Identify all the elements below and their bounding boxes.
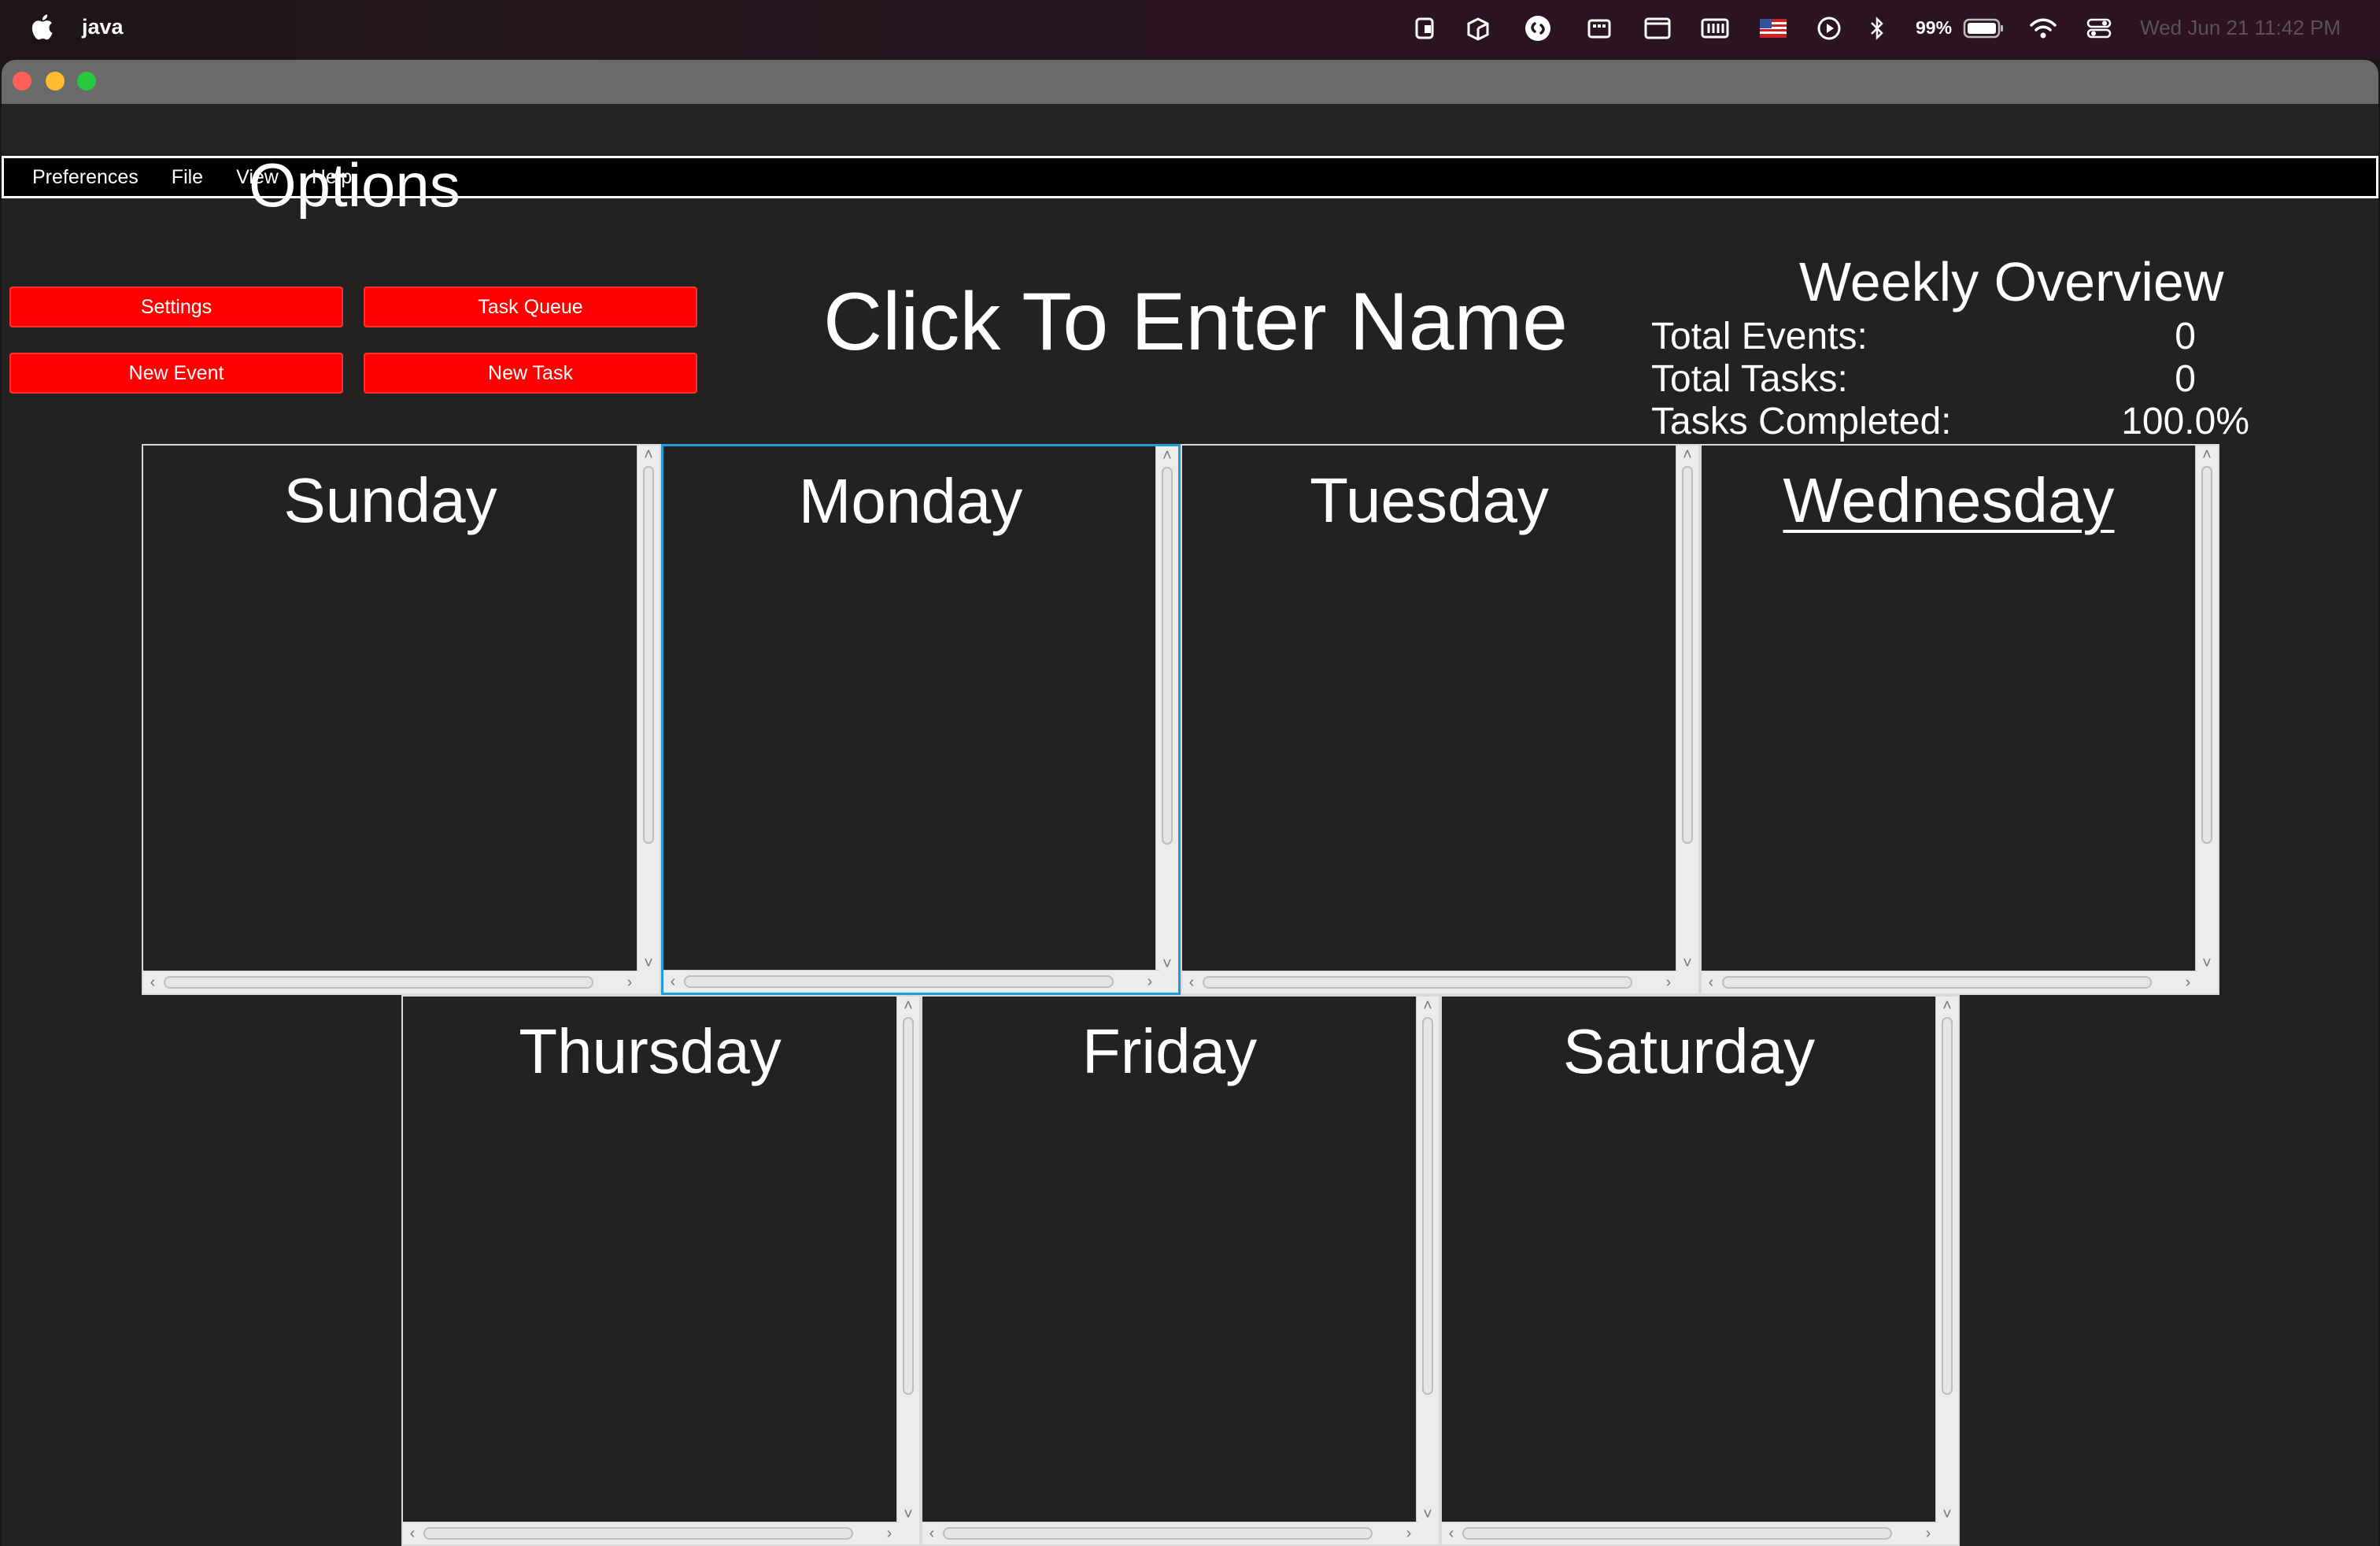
memory-icon[interactable]	[1700, 15, 1730, 42]
horizontal-scrollbar[interactable]: ‹ ›	[1702, 971, 2197, 993]
window-icon[interactable]	[1643, 15, 1672, 42]
window-toolbar-area	[2, 104, 2378, 154]
chevron-right-icon[interactable]: ›	[622, 975, 638, 990]
minimize-window-button[interactable]	[46, 72, 65, 91]
chevron-down-icon[interactable]: ˅	[1939, 1507, 1955, 1522]
system-menu-bar: java 99% Wed Jun 21 11:42 PM	[0, 0, 2380, 58]
enter-name-label[interactable]: Click To Enter Name	[823, 276, 1568, 369]
chevron-down-icon[interactable]: ˅	[1159, 956, 1175, 972]
calendar-icon[interactable]	[1587, 15, 1612, 42]
day-title: Monday	[798, 466, 1023, 536]
chevron-right-icon[interactable]: ›	[881, 1526, 897, 1541]
chevron-left-icon[interactable]: ‹	[1443, 1526, 1459, 1541]
menubar-clock[interactable]: Wed Jun 21 11:42 PM	[2140, 16, 2341, 40]
notes-icon[interactable]	[1414, 15, 1437, 42]
day-panel-sunday[interactable]: Sunday ˄ ˅ ‹ ›	[142, 444, 661, 995]
vertical-scrollbar[interactable]: ˄ ˅	[1935, 997, 1958, 1524]
horizontal-scrollbar[interactable]: ‹ ›	[143, 971, 639, 993]
chevron-up-icon[interactable]: ˄	[2199, 447, 2215, 463]
control-center-icon[interactable]	[2086, 15, 2112, 42]
chevron-left-icon[interactable]: ‹	[405, 1526, 420, 1541]
chevron-left-icon[interactable]: ‹	[145, 975, 161, 990]
chevron-up-icon[interactable]: ˄	[641, 447, 656, 463]
day-title: Thursday	[519, 1016, 782, 1086]
options-title: Options	[249, 150, 460, 220]
chevron-right-icon[interactable]: ›	[2180, 975, 2196, 990]
horizontal-scrollbar[interactable]: ‹ ›	[403, 1522, 899, 1544]
horizontal-scrollbar[interactable]: ‹ ›	[922, 1522, 1418, 1544]
horizontal-scrollbar[interactable]: ‹ ›	[663, 970, 1159, 993]
chevron-up-icon[interactable]: ˄	[1420, 998, 1436, 1014]
chevron-right-icon[interactable]: ›	[1142, 974, 1158, 989]
chevron-down-icon[interactable]: ˅	[1680, 956, 1695, 971]
zoom-window-button[interactable]	[77, 72, 96, 91]
vertical-scrollbar[interactable]: ˄ ˅	[637, 446, 660, 973]
total-events-label: Total Events:	[1651, 316, 1868, 357]
chevron-up-icon[interactable]: ˄	[900, 998, 916, 1014]
day-title-today: Wednesday	[1783, 465, 2115, 535]
menu-file[interactable]: File	[172, 166, 203, 189]
vertical-scrollbar[interactable]: ˄ ˅	[1155, 446, 1178, 974]
horizontal-scrollbar[interactable]: ‹ ›	[1442, 1522, 1938, 1544]
play-circle-icon[interactable]	[1816, 15, 1842, 42]
box-icon[interactable]	[1465, 15, 1491, 42]
wifi-icon[interactable]	[2029, 15, 2057, 42]
vertical-scrollbar[interactable]: ˄ ˅	[1416, 997, 1439, 1524]
settings-button[interactable]: Settings	[9, 287, 343, 327]
bluetooth-icon[interactable]	[1868, 15, 1886, 42]
battery-percent[interactable]: 99%	[1916, 17, 1952, 39]
chevron-down-icon[interactable]: ˅	[641, 956, 656, 971]
chevron-down-icon[interactable]: ˅	[2199, 956, 2215, 971]
day-panel-friday[interactable]: Friday ˄ ˅ ‹ ›	[921, 995, 1440, 1546]
active-app-name[interactable]: java	[82, 15, 124, 39]
chevron-down-icon[interactable]: ˅	[1420, 1507, 1436, 1522]
new-task-button[interactable]: New Task	[364, 353, 697, 394]
day-title: Saturday	[1562, 1016, 1816, 1086]
day-title: Tuesday	[1310, 465, 1549, 535]
day-panel-saturday[interactable]: Saturday ˄ ˅ ‹ ›	[1440, 995, 1960, 1546]
chevron-left-icon[interactable]: ‹	[1703, 975, 1719, 990]
tasks-completed-label: Tasks Completed:	[1651, 401, 1952, 442]
chevron-up-icon[interactable]: ˄	[1680, 447, 1695, 463]
day-panel-monday[interactable]: Monday ˄ ˅ ‹ ›	[661, 444, 1181, 995]
vertical-scrollbar[interactable]: ˄ ˅	[896, 997, 919, 1524]
chevron-right-icon[interactable]: ›	[1401, 1526, 1417, 1541]
total-tasks-label: Total Tasks:	[1651, 358, 1848, 400]
new-event-button[interactable]: New Event	[9, 353, 343, 394]
vertical-scrollbar[interactable]: ˄ ˅	[2195, 446, 2218, 973]
chevron-right-icon[interactable]: ›	[1661, 975, 1676, 990]
day-title: Sunday	[283, 465, 497, 535]
total-tasks-value: 0	[2175, 358, 2196, 400]
us-flag-icon[interactable]	[1760, 15, 1787, 42]
menu-preferences[interactable]: Preferences	[32, 166, 139, 189]
chevron-left-icon[interactable]: ‹	[1184, 975, 1199, 990]
vertical-scrollbar[interactable]: ˄ ˅	[1676, 446, 1698, 973]
horizontal-scrollbar[interactable]: ‹ ›	[1182, 971, 1678, 993]
chevron-down-icon[interactable]: ˅	[900, 1507, 916, 1522]
day-title: Friday	[1081, 1016, 1258, 1086]
chevron-up-icon[interactable]: ˄	[1159, 448, 1175, 464]
total-events-value: 0	[2175, 316, 2196, 357]
day-panel-thursday[interactable]: Thursday ˄ ˅ ‹ ›	[401, 995, 921, 1546]
chevron-right-icon[interactable]: ›	[1920, 1526, 1936, 1541]
tasks-completed-value: 100.0%	[2121, 401, 2249, 442]
shazam-icon[interactable]	[1524, 15, 1552, 42]
chevron-up-icon[interactable]: ˄	[1939, 998, 1955, 1014]
battery-icon[interactable]	[1963, 15, 2004, 42]
apple-logo-icon[interactable]	[30, 13, 54, 41]
chevron-left-icon[interactable]: ‹	[665, 974, 681, 989]
window-titlebar[interactable]	[2, 60, 2378, 104]
task-queue-button[interactable]: Task Queue	[364, 287, 697, 327]
weekly-overview-title: Weekly Overview	[1799, 251, 2224, 313]
day-panel-tuesday[interactable]: Tuesday ˄ ˅ ‹ ›	[1181, 444, 1700, 995]
close-window-button[interactable]	[13, 72, 31, 91]
chevron-left-icon[interactable]: ‹	[924, 1526, 940, 1541]
day-panel-wednesday[interactable]: Wednesday ˄ ˅ ‹ ›	[1700, 444, 2219, 995]
